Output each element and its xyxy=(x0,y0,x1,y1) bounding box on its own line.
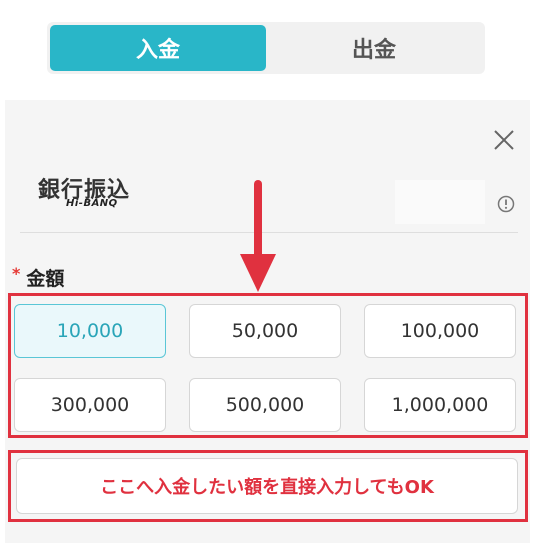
bank-detail-area xyxy=(395,180,485,224)
amount-option-50000[interactable]: 50,000 xyxy=(189,304,341,358)
arrow-down-icon xyxy=(238,180,278,295)
required-mark: * xyxy=(12,264,21,283)
bank-logo: Hi-BANQ xyxy=(66,198,118,209)
info-icon[interactable] xyxy=(497,195,515,213)
amount-option-10000[interactable]: 10,000 xyxy=(14,304,166,358)
amount-option-1000000[interactable]: 1,000,000 xyxy=(364,378,516,432)
deposit-withdraw-tabs: 入金 出金 xyxy=(47,22,485,74)
tab-bar: 入金 出金 xyxy=(0,0,535,100)
amount-option-300000[interactable]: 300,000 xyxy=(14,378,166,432)
tab-deposit[interactable]: 入金 xyxy=(50,25,266,71)
amount-option-500000[interactable]: 500,000 xyxy=(189,378,341,432)
custom-amount-input[interactable]: ここへ入金したい額を直接入力してもOK xyxy=(16,458,518,514)
tab-withdraw[interactable]: 出金 xyxy=(266,25,482,71)
amount-label: * 金額 xyxy=(12,264,64,291)
close-icon[interactable] xyxy=(490,126,518,154)
amount-option-100000[interactable]: 100,000 xyxy=(364,304,516,358)
amount-label-text: 金額 xyxy=(26,268,65,290)
